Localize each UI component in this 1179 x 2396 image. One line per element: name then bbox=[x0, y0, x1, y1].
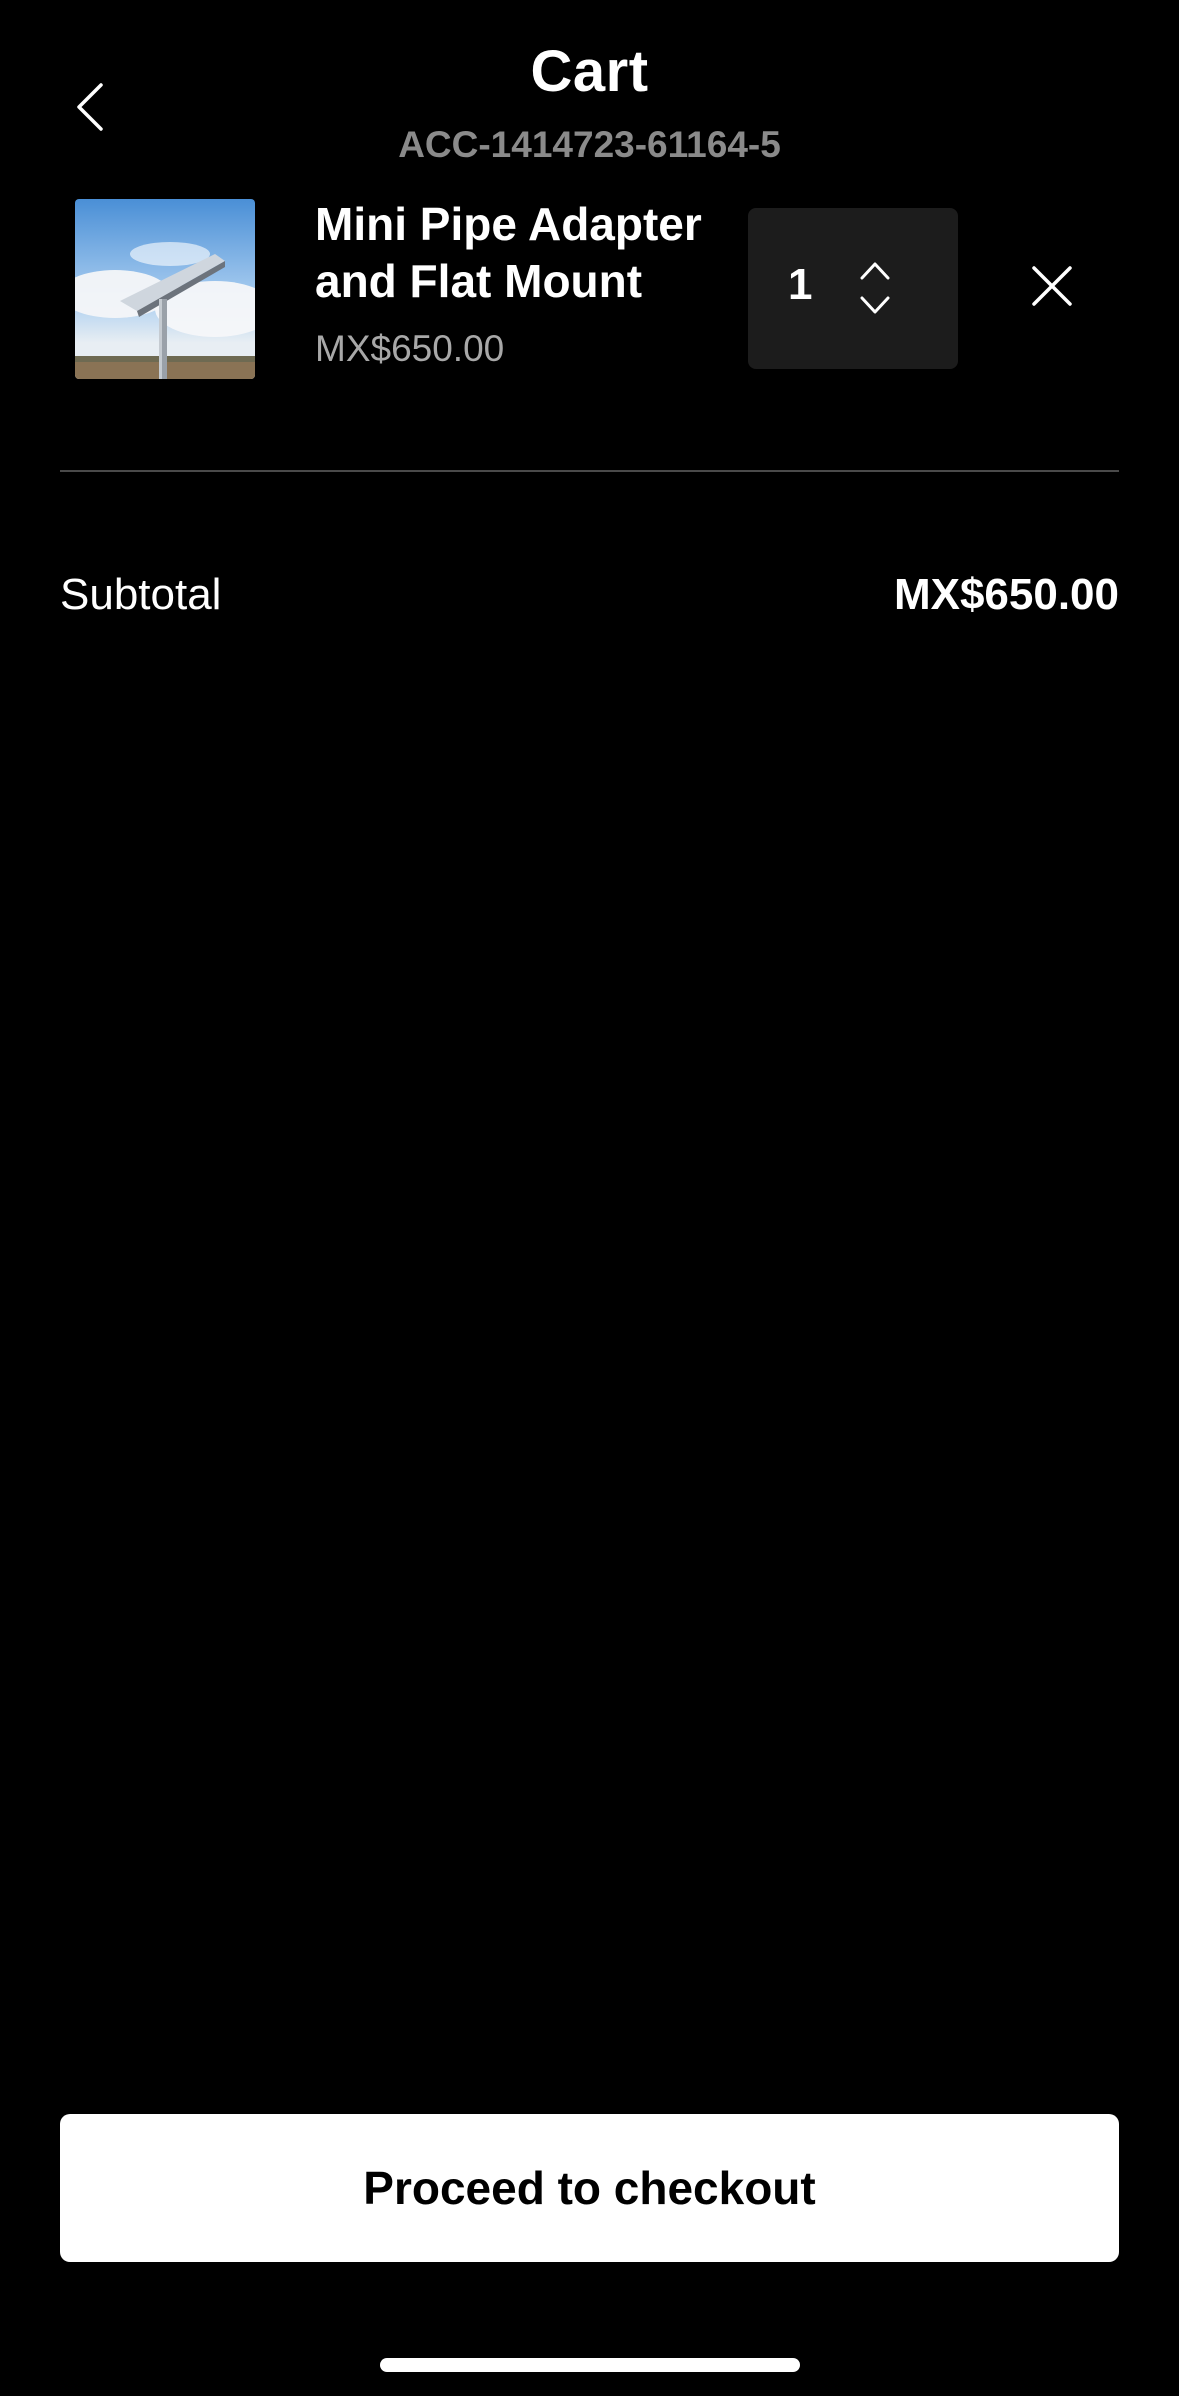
chevron-up-icon[interactable] bbox=[858, 258, 892, 282]
subtotal-value: MX$650.00 bbox=[893, 570, 1119, 619]
divider bbox=[60, 470, 1119, 472]
quantity-stepper[interactable]: 1 bbox=[748, 208, 958, 369]
subtotal-label: Subtotal bbox=[60, 570, 222, 619]
page-title: Cart bbox=[530, 39, 649, 104]
chevron-down-icon[interactable] bbox=[858, 294, 892, 318]
home-indicator[interactable] bbox=[380, 2358, 800, 2372]
item-price: MX$650.00 bbox=[315, 328, 505, 369]
proceed-to-checkout-button[interactable]: Proceed to checkout bbox=[60, 2114, 1119, 2262]
remove-item-button[interactable] bbox=[1030, 264, 1074, 308]
item-name: Mini Pipe Adapter and Flat Mount bbox=[315, 198, 702, 307]
product-image bbox=[75, 199, 255, 379]
quantity-value: 1 bbox=[788, 260, 813, 309]
order-id: ACC-1414723-61164-5 bbox=[398, 124, 781, 165]
close-icon bbox=[1032, 266, 1072, 306]
cart-screen: Cart ACC-1414723-61164-5 Mini Pipe Adapt… bbox=[0, 0, 1179, 2396]
product-thumbnail[interactable] bbox=[75, 199, 255, 379]
